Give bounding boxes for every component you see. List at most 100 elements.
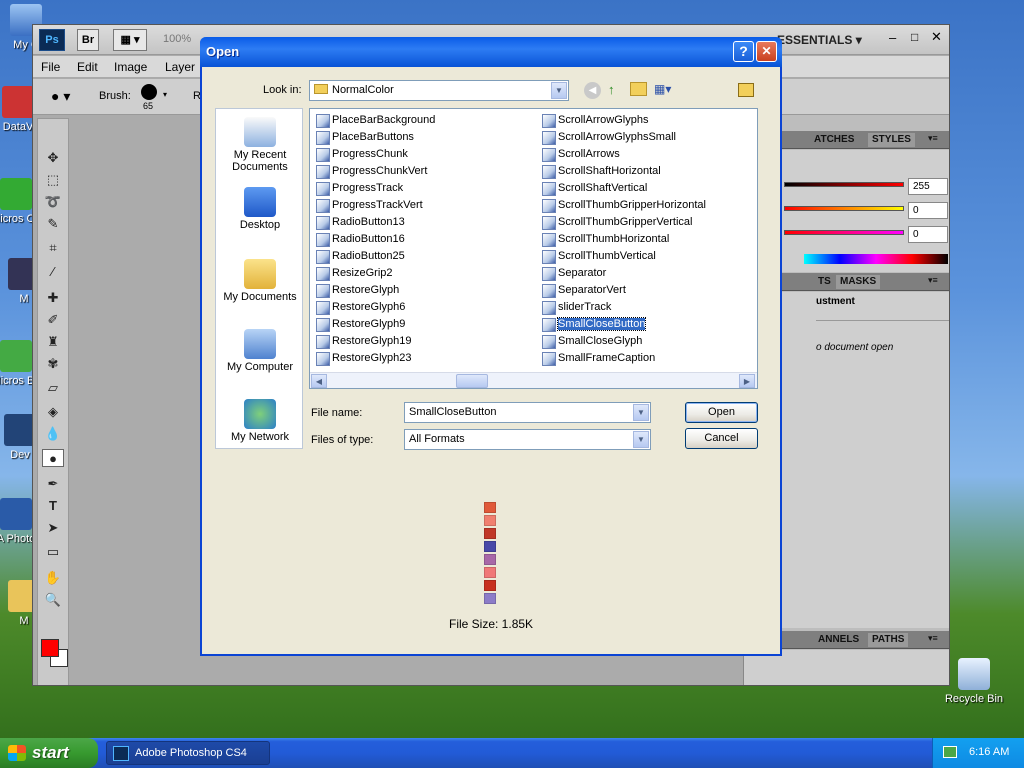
scroll-thumb[interactable] (456, 374, 488, 388)
cancel-button[interactable]: Cancel (685, 428, 758, 449)
file-item[interactable]: ScrollShaftVertical (540, 180, 647, 196)
file-item[interactable]: RadioButton13 (314, 214, 405, 230)
zoom-tool-icon[interactable]: 🔍 (42, 591, 64, 609)
file-item[interactable]: RestoreGlyph23 (314, 350, 412, 366)
file-item[interactable]: ScrollThumbGripperVertical (540, 214, 693, 230)
menu-layer[interactable]: Layer (165, 60, 195, 74)
panel-menu-icon[interactable]: ▾≡ (928, 133, 938, 144)
desktop-icon-recycle-bin[interactable]: Recycle Bin (944, 658, 1004, 705)
path-select-tool-icon[interactable]: ➤ (42, 519, 64, 537)
scroll-right-icon[interactable]: ▶ (739, 374, 755, 388)
green-value[interactable]: 0 (908, 202, 948, 219)
tab-styles[interactable]: STYLES (868, 133, 915, 147)
file-item[interactable]: PlaceBarButtons (314, 129, 414, 145)
quick-select-tool-icon[interactable]: ✎ (42, 215, 64, 233)
pen-tool-icon[interactable]: ✒ (42, 475, 64, 493)
file-item[interactable]: ScrollThumbHorizontal (540, 231, 669, 247)
red-slider[interactable] (784, 182, 904, 187)
bridge-button[interactable]: Br (77, 29, 99, 51)
file-item[interactable]: RadioButton16 (314, 231, 405, 247)
healing-tool-icon[interactable]: ✚ (42, 289, 64, 307)
look-in-select[interactable]: NormalColor ▼ (309, 80, 569, 101)
help-button[interactable]: ? (733, 41, 754, 62)
shape-tool-icon[interactable]: ▭ (42, 543, 64, 561)
crop-tool-icon[interactable]: ⌗ (42, 239, 64, 257)
photoshop-folder-icon[interactable] (738, 83, 754, 97)
eyedropper-tool-icon[interactable]: ⁄ (42, 263, 64, 281)
chevron-down-icon[interactable]: ▼ (633, 431, 649, 448)
menu-file[interactable]: File (41, 60, 60, 74)
place-my-recent-documents[interactable]: My Recent Documents (216, 117, 304, 173)
open-button[interactable]: Open (685, 402, 758, 423)
start-button[interactable]: start (0, 738, 98, 768)
back-icon[interactable]: ◀ (584, 82, 601, 99)
chevron-down-icon[interactable]: ▼ (551, 82, 567, 99)
place-desktop[interactable]: Desktop (216, 187, 304, 231)
close-icon[interactable]: ✕ (931, 29, 942, 45)
minimize-icon[interactable]: – (889, 30, 896, 45)
blur-tool-icon[interactable]: 💧 (42, 425, 64, 443)
file-item[interactable]: ScrollArrows (540, 146, 620, 162)
file-item[interactable]: SmallFrameCaption (540, 350, 655, 366)
brush-tool-icon[interactable]: ✐ (42, 311, 64, 329)
foreground-color-swatch[interactable] (41, 639, 59, 657)
up-folder-icon[interactable]: ↑ (608, 82, 615, 97)
ps-logo-button[interactable]: Ps (39, 29, 65, 51)
scroll-left-icon[interactable]: ◀ (311, 374, 327, 388)
file-item[interactable]: ProgressChunkVert (314, 163, 427, 179)
view-extras-button[interactable]: ▦ ▾ (113, 29, 147, 51)
move-tool-icon[interactable]: ✥ (42, 149, 64, 167)
menu-edit[interactable]: Edit (77, 60, 98, 74)
tab-channels[interactable]: ANNELS (814, 633, 863, 647)
paint-bucket-icon[interactable]: ◈ (42, 403, 64, 421)
dodge-tool-icon[interactable]: ● (42, 449, 64, 467)
hand-tool-icon[interactable]: ✋ (42, 569, 64, 587)
file-item[interactable]: ScrollThumbGripperHorizontal (540, 197, 706, 213)
file-item[interactable]: PlaceBarBackground (314, 112, 435, 128)
file-item[interactable]: SmallCloseGlyph (540, 333, 642, 349)
marquee-tool-icon[interactable]: ⬚ (42, 171, 64, 189)
zoom-level[interactable]: 100% (163, 33, 191, 45)
color-spectrum[interactable] (804, 254, 948, 264)
file-item[interactable]: ProgressChunk (314, 146, 408, 162)
tab-adjustments[interactable]: TS (814, 275, 835, 289)
network-icon[interactable] (943, 746, 957, 758)
views-menu-icon[interactable]: ▦▾ (654, 82, 671, 96)
chevron-down-icon[interactable]: ▼ (633, 404, 649, 421)
lasso-tool-icon[interactable]: ➰ (42, 193, 64, 211)
file-item[interactable]: ProgressTrackVert (314, 197, 423, 213)
file-item[interactable]: ScrollArrowGlyphs (540, 112, 648, 128)
file-name-input[interactable]: SmallCloseButton ▼ (404, 402, 651, 423)
blue-value[interactable]: 0 (908, 226, 948, 243)
file-item[interactable]: ScrollShaftHorizontal (540, 163, 661, 179)
blue-slider[interactable] (784, 230, 904, 235)
tab-swatches[interactable]: ATCHES (810, 133, 858, 147)
brush-preview-icon[interactable] (141, 84, 157, 100)
file-list-horizontal-scrollbar[interactable]: ◀ ▶ (310, 372, 757, 388)
taskbar-button-photoshop[interactable]: Adobe Photoshop CS4 (106, 741, 270, 765)
type-tool-icon[interactable]: T (42, 497, 64, 515)
file-item[interactable]: SeparatorVert (540, 282, 626, 298)
place-my-computer[interactable]: My Computer (216, 329, 304, 373)
menu-image[interactable]: Image (114, 60, 147, 74)
file-item[interactable]: sliderTrack (540, 299, 611, 315)
file-item[interactable]: ScrollArrowGlyphsSmall (540, 129, 676, 145)
file-item[interactable]: RestoreGlyph6 (314, 299, 405, 315)
red-value[interactable]: 255 (908, 178, 948, 195)
file-item[interactable]: ScrollThumbVertical (540, 248, 656, 264)
history-brush-icon[interactable]: ✾ (42, 355, 64, 373)
workspace-switcher[interactable]: ESSENTIALS ▾ (777, 33, 862, 47)
chevron-down-icon[interactable]: ▾ (163, 90, 167, 99)
file-item[interactable]: ResizeGrip2 (314, 265, 393, 281)
file-item[interactable]: RestoreGlyph (314, 282, 399, 298)
tab-paths[interactable]: PATHS (868, 633, 909, 647)
place-my-network[interactable]: My Network (216, 399, 304, 443)
maximize-icon[interactable]: □ (911, 30, 918, 44)
file-item[interactable]: ProgressTrack (314, 180, 403, 196)
eraser-tool-icon[interactable]: ▱ (42, 379, 64, 397)
file-item[interactable]: RestoreGlyph19 (314, 333, 412, 349)
files-of-type-select[interactable]: All Formats ▼ (404, 429, 651, 450)
close-button[interactable]: ✕ (756, 41, 777, 62)
clock[interactable]: 6:16 AM (969, 746, 1009, 758)
place-my-documents[interactable]: My Documents (216, 259, 304, 303)
